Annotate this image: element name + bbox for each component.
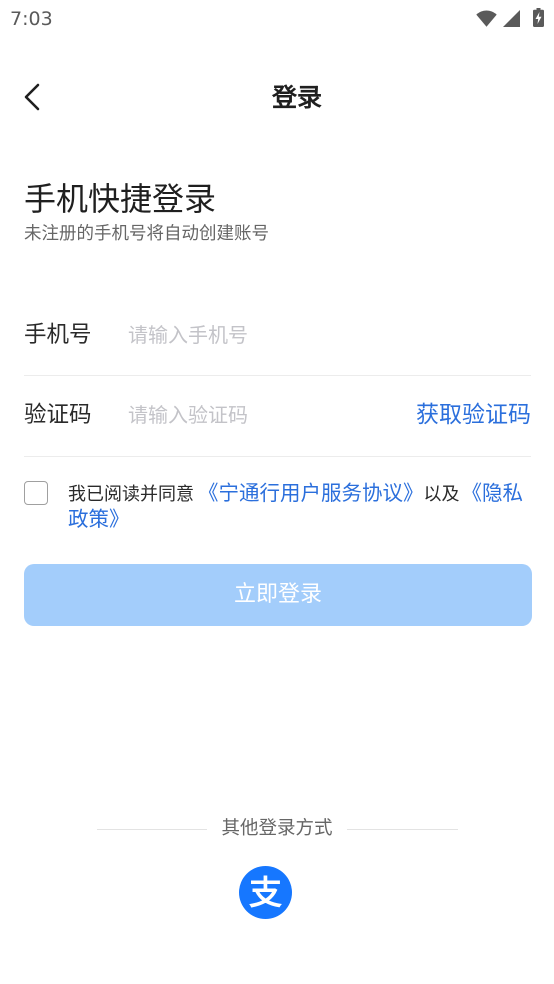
code-input[interactable]: [128, 400, 398, 430]
code-divider: [24, 456, 531, 457]
back-arrow-icon: [24, 83, 40, 111]
signal-icon: [503, 10, 520, 27]
agreement-prefix: 我已阅读并同意: [68, 484, 194, 505]
other-login-label: 其他登录方式: [221, 818, 333, 839]
get-code-button[interactable]: 获取验证码: [416, 400, 531, 430]
phone-divider: [24, 375, 531, 376]
back-button[interactable]: [14, 76, 54, 120]
terms-link[interactable]: 《宁通行用户服务协议》: [198, 481, 424, 505]
login-button[interactable]: 立即登录: [24, 564, 532, 626]
other-login-divider-right: [347, 829, 458, 830]
agreement-text: 我已阅读并同意 《宁通行用户服务协议》以及《隐私政策》: [68, 481, 530, 533]
battery-charging-icon: [533, 8, 544, 27]
login-heading: 手机快捷登录: [24, 180, 217, 218]
page-title: 登录: [271, 83, 322, 112]
alipay-icon[interactable]: 支: [239, 866, 292, 919]
phone-input[interactable]: [128, 320, 518, 350]
agreement-checkbox[interactable]: [24, 481, 48, 505]
login-subheading: 未注册的手机号将自动创建账号: [24, 224, 269, 244]
phone-label: 手机号: [24, 322, 92, 348]
login-screen: 7:03 登录 手机快捷登录 未注册的手机号将自动创建账号 手机号 验证码 获取…: [0, 0, 554, 984]
code-label: 验证码: [24, 402, 92, 428]
agreement-conjunction: 以及: [423, 484, 460, 505]
wifi-icon: [476, 10, 497, 27]
status-time: 7:03: [10, 8, 53, 30]
